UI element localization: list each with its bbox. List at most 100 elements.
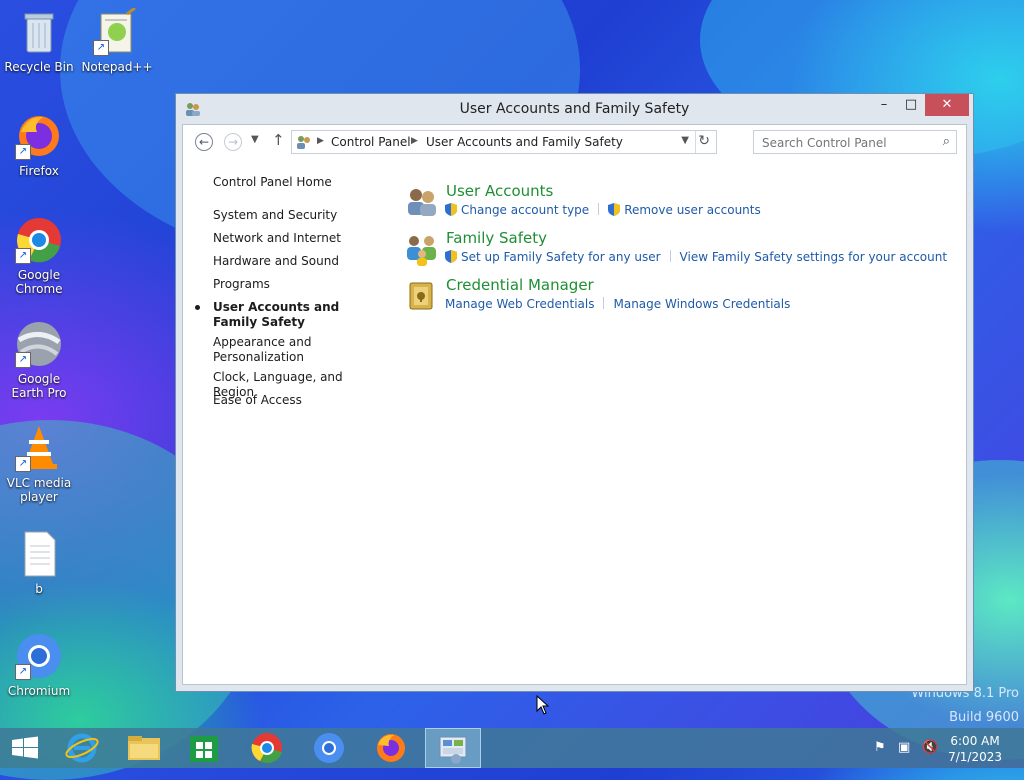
shortcut-arrow-icon: ↗ xyxy=(15,664,31,680)
control-panel-icon xyxy=(439,736,467,764)
desktop-icon-google-earth-pro[interactable]: ↗ Google Earth Pro xyxy=(1,320,77,400)
breadcrumb-chevron-icon[interactable]: ▶ xyxy=(411,136,418,146)
system-clock[interactable]: 6:00 AM 7/1/2023 xyxy=(948,733,1002,765)
control-panel-window: User Accounts and Family Safety – □ ✕ ← … xyxy=(175,93,974,692)
folder-icon xyxy=(128,736,160,760)
taskbar-internet-explorer[interactable] xyxy=(54,728,110,768)
chromium-icon: ↗ xyxy=(15,632,63,680)
shortcut-arrow-icon: ↗ xyxy=(15,144,31,160)
clock-date: 7/1/2023 xyxy=(948,750,1002,764)
category-links: Manage Web Credentials Manage Windows Cre… xyxy=(445,297,790,311)
category-links: Change account type Remove user accounts xyxy=(445,203,761,217)
link-manage-windows-credentials[interactable]: Manage Windows Credentials xyxy=(613,297,790,311)
minimize-button[interactable]: – xyxy=(870,94,898,116)
desktop-icon-label: Recycle Bin xyxy=(4,60,74,74)
credential-manager-icon xyxy=(409,282,433,310)
sidebar-item-appearance[interactable]: Appearance and Personalization xyxy=(213,335,313,365)
taskbar-chrome[interactable] xyxy=(239,728,295,768)
shortcut-arrow-icon: ↗ xyxy=(15,352,31,368)
search-box[interactable]: ⌕ xyxy=(753,130,957,154)
taskbar-file-explorer[interactable] xyxy=(116,728,172,768)
google-earth-icon: ↗ xyxy=(15,320,63,368)
sidebar-item-hardware-sound[interactable]: Hardware and Sound xyxy=(213,254,378,269)
mouse-cursor-icon xyxy=(536,695,550,715)
clock-time: 6:00 AM xyxy=(950,734,1000,748)
window-title: User Accounts and Family Safety xyxy=(459,101,690,117)
family-safety-icon xyxy=(407,236,436,266)
taskbar-store[interactable] xyxy=(177,728,233,768)
sidebar-item-system-security[interactable]: System and Security xyxy=(213,208,378,223)
recent-locations-dropdown[interactable]: ▼ xyxy=(251,134,259,145)
sidebar-item-ease-of-access[interactable]: Ease of Access xyxy=(213,393,378,408)
notepadpp-icon: ↗ xyxy=(93,6,141,56)
active-item-bullet xyxy=(195,305,200,310)
breadcrumb-user-accounts[interactable]: User Accounts and Family Safety xyxy=(426,135,623,149)
desktop-icon-recycle-bin[interactable]: Recycle Bin xyxy=(1,8,77,74)
start-button[interactable] xyxy=(0,728,56,768)
link-view-family-safety-settings[interactable]: View Family Safety settings for your acc… xyxy=(680,250,948,264)
desktop-icon-vlc[interactable]: ↗ VLC media player xyxy=(1,424,77,504)
firefox-icon: ↗ xyxy=(15,112,63,160)
control-panel-location-icon xyxy=(297,136,310,149)
sidebar-item-network-internet[interactable]: Network and Internet xyxy=(213,231,378,246)
desktop-icon-google-chrome[interactable]: ↗ Google Chrome xyxy=(1,216,77,296)
uac-shield-icon xyxy=(445,250,457,263)
link-manage-web-credentials[interactable]: Manage Web Credentials xyxy=(445,297,594,311)
shortcut-arrow-icon: ↗ xyxy=(15,456,31,472)
address-dropdown-icon[interactable]: ▼ xyxy=(681,135,689,146)
uac-shield-icon xyxy=(445,203,457,216)
desktop-icon-label: Notepad++ xyxy=(81,60,153,74)
up-button[interactable]: ↑ xyxy=(272,131,285,149)
desktop-icon-file-b[interactable]: b xyxy=(1,530,77,596)
close-button[interactable]: ✕ xyxy=(925,94,969,116)
action-center-flag-icon[interactable]: ⚑ xyxy=(874,740,886,755)
volume-muted-icon[interactable]: 🔇 xyxy=(922,740,938,755)
search-icon[interactable]: ⌕ xyxy=(943,134,950,149)
desktop-icon-chromium[interactable]: ↗ Chromium xyxy=(1,632,77,698)
forward-button[interactable]: → xyxy=(224,133,242,151)
desktop-icon-firefox[interactable]: ↗ Firefox xyxy=(1,112,77,178)
category-title[interactable]: Family Safety xyxy=(446,229,547,247)
link-divider xyxy=(603,297,605,309)
category-title[interactable]: User Accounts xyxy=(446,182,553,200)
link-remove-user-accounts[interactable]: Remove user accounts xyxy=(624,203,761,217)
taskbar-firefox[interactable] xyxy=(363,728,419,768)
link-setup-family-safety[interactable]: Set up Family Safety for any user xyxy=(461,250,661,264)
refresh-icon[interactable]: ↻ xyxy=(698,133,710,149)
address-bar[interactable]: ▶ Control Panel ▶ User Accounts and Fami… xyxy=(291,130,717,154)
uac-shield-icon xyxy=(608,203,621,216)
maximize-button[interactable]: □ xyxy=(897,94,925,116)
breadcrumb-chevron-icon[interactable]: ▶ xyxy=(317,136,324,146)
recycle-bin-icon xyxy=(15,8,63,56)
category-title[interactable]: Credential Manager xyxy=(446,276,594,294)
category-links: Set up Family Safety for any user View Fa… xyxy=(445,250,947,264)
chrome-icon: ↗ xyxy=(15,216,63,264)
taskbar: ⚑ ▣ 🔇 6:00 AM 7/1/2023 xyxy=(0,728,1024,768)
desktop-icon-notepadpp[interactable]: ↗ Notepad++ xyxy=(79,6,155,74)
chromium-icon xyxy=(314,733,344,763)
desktop-icon-label: Google Chrome xyxy=(15,268,63,296)
address-separator xyxy=(695,131,696,153)
navigation-bar: ← → ▼ ↑ ▶ Control Panel ▶ User Accounts … xyxy=(183,125,966,161)
taskbar-chromium[interactable] xyxy=(301,728,357,768)
network-icon[interactable]: ▣ xyxy=(898,740,910,755)
back-button[interactable]: ← xyxy=(195,133,213,151)
taskbar-control-panel[interactable] xyxy=(425,728,481,768)
os-watermark-build: Build 9600 xyxy=(949,710,1019,725)
sidebar-item-programs[interactable]: Programs xyxy=(213,277,378,292)
user-accounts-icon xyxy=(408,189,436,216)
breadcrumb-control-panel[interactable]: Control Panel xyxy=(331,135,411,149)
sidebar-item-user-accounts[interactable]: User Accounts and Family Safety xyxy=(213,300,363,330)
desktop-icon-label: Firefox xyxy=(19,164,59,178)
chrome-icon xyxy=(251,733,282,764)
internet-explorer-icon xyxy=(65,733,99,763)
link-change-account-type[interactable]: Change account type xyxy=(461,203,589,217)
desktop-icon-label: b xyxy=(35,582,43,596)
link-divider xyxy=(669,250,671,262)
windows-logo-icon xyxy=(12,736,38,759)
desktop-icon-label: Chromium xyxy=(7,684,71,698)
sidebar-item-control-panel-home[interactable]: Control Panel Home xyxy=(213,175,378,190)
title-bar[interactable]: User Accounts and Family Safety – □ ✕ xyxy=(176,94,973,124)
store-icon xyxy=(190,736,218,762)
search-input[interactable] xyxy=(760,132,934,154)
